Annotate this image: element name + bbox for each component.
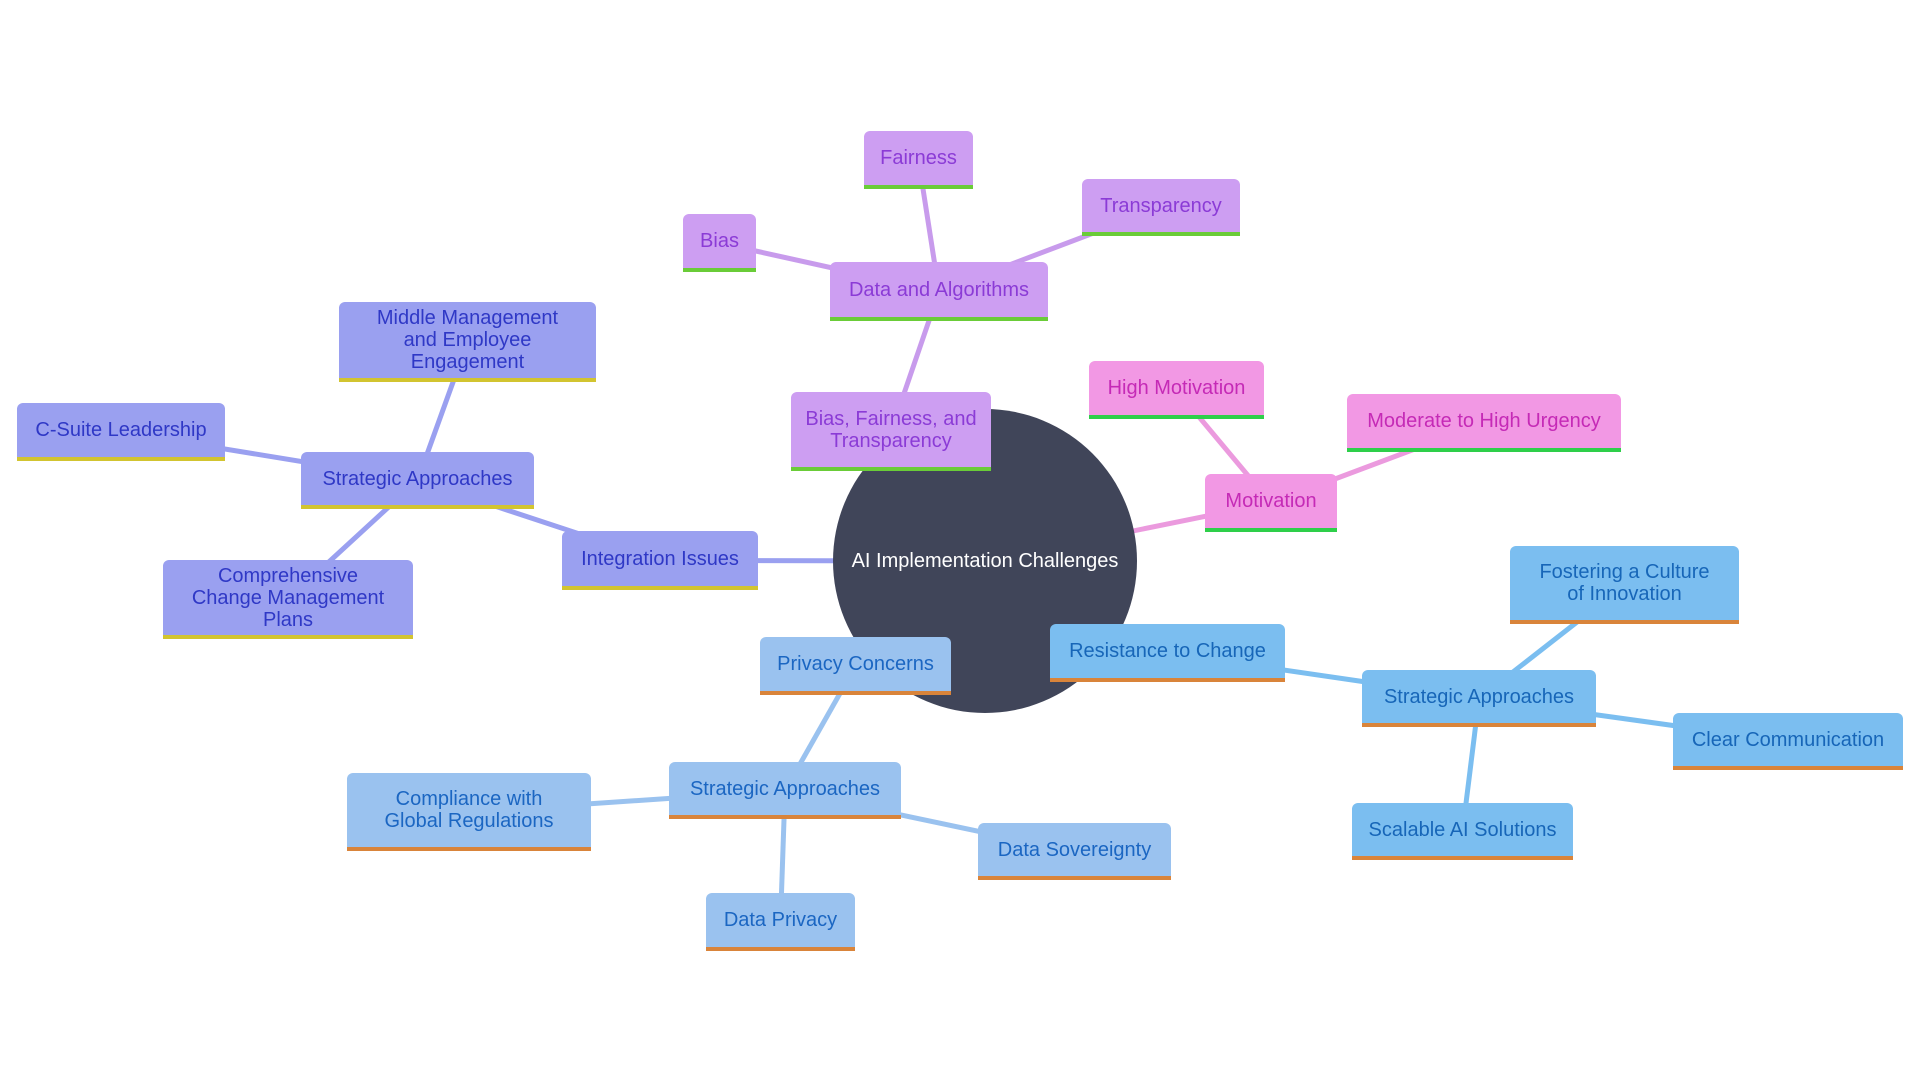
node-middle-management[interactable]: Middle Management and Employee Engagemen… [339, 302, 596, 382]
node-integration-issues[interactable]: Integration Issues [562, 531, 758, 590]
node-bias-fairness-transparency[interactable]: Bias, Fairness, and Transparency [791, 392, 991, 471]
node-transparency[interactable]: Transparency [1082, 179, 1240, 236]
node-c-suite-leadership[interactable]: C-Suite Leadership [17, 403, 225, 461]
node-data-and-algorithms[interactable]: Data and Algorithms [830, 262, 1048, 321]
node-moderate-to-high-urgency[interactable]: Moderate to High Urgency [1347, 394, 1621, 452]
node-fostering-culture-innovation[interactable]: Fostering a Culture of Innovation [1510, 546, 1739, 624]
node-comprehensive-change-management[interactable]: Comprehensive Change Management Plans [163, 560, 413, 639]
node-clear-communication[interactable]: Clear Communication [1673, 713, 1903, 770]
node-strategic-approaches-privacy[interactable]: Strategic Approaches [669, 762, 901, 819]
node-privacy-concerns[interactable]: Privacy Concerns [760, 637, 951, 695]
node-motivation[interactable]: Motivation [1205, 474, 1337, 532]
node-high-motivation[interactable]: High Motivation [1089, 361, 1264, 419]
node-compliance-global-regulations[interactable]: Compliance with Global Regulations [347, 773, 591, 851]
node-bias[interactable]: Bias [683, 214, 756, 272]
root-label: AI Implementation Challenges [851, 549, 1119, 572]
node-strategic-approaches-resistance[interactable]: Strategic Approaches [1362, 670, 1596, 727]
node-data-sovereignty[interactable]: Data Sovereignty [978, 823, 1171, 880]
node-data-privacy[interactable]: Data Privacy [706, 893, 855, 951]
node-resistance-to-change[interactable]: Resistance to Change [1050, 624, 1285, 682]
node-fairness[interactable]: Fairness [864, 131, 973, 189]
node-strategic-approaches-integration[interactable]: Strategic Approaches [301, 452, 534, 509]
node-scalable-ai-solutions[interactable]: Scalable AI Solutions [1352, 803, 1573, 860]
